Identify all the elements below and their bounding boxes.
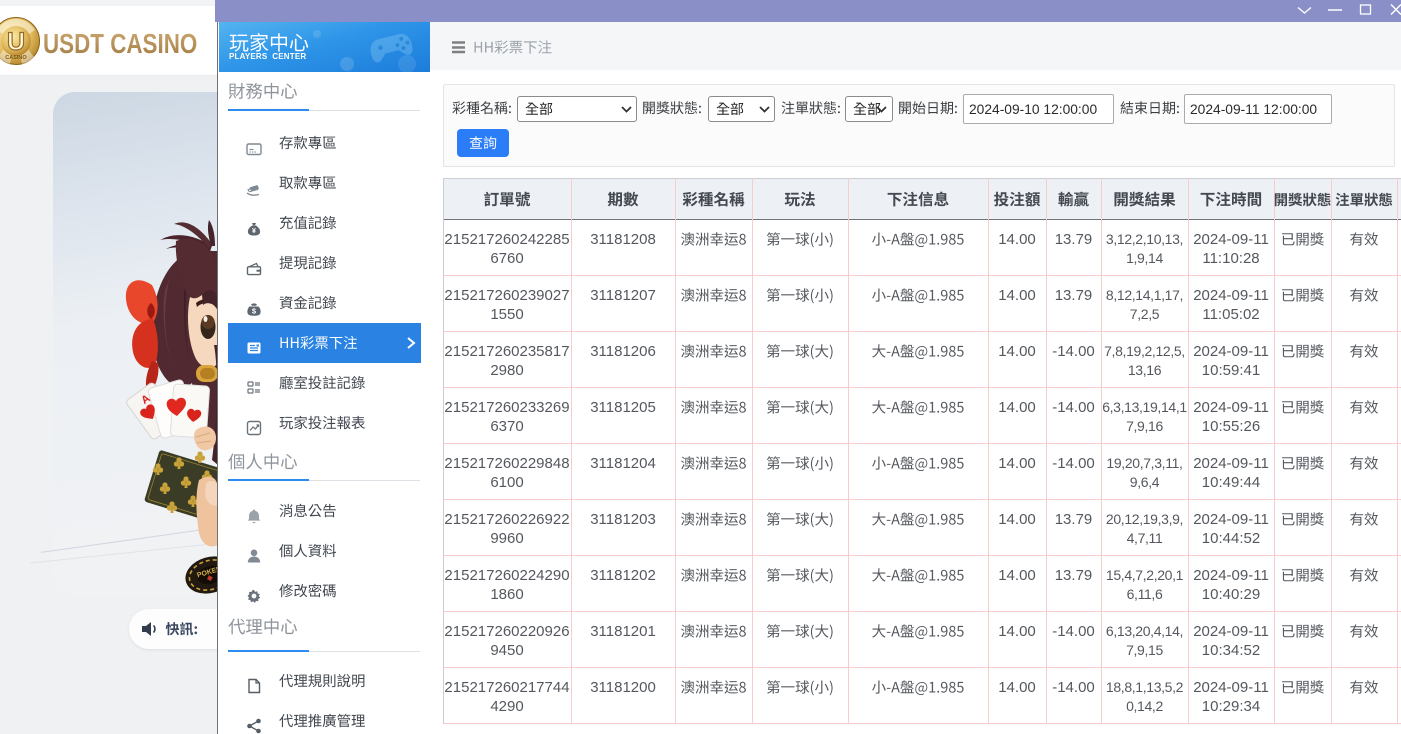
svg-text:CASINO: CASINO [5, 55, 27, 61]
svg-text:U: U [7, 28, 25, 56]
svg-text:¥: ¥ [252, 228, 256, 235]
